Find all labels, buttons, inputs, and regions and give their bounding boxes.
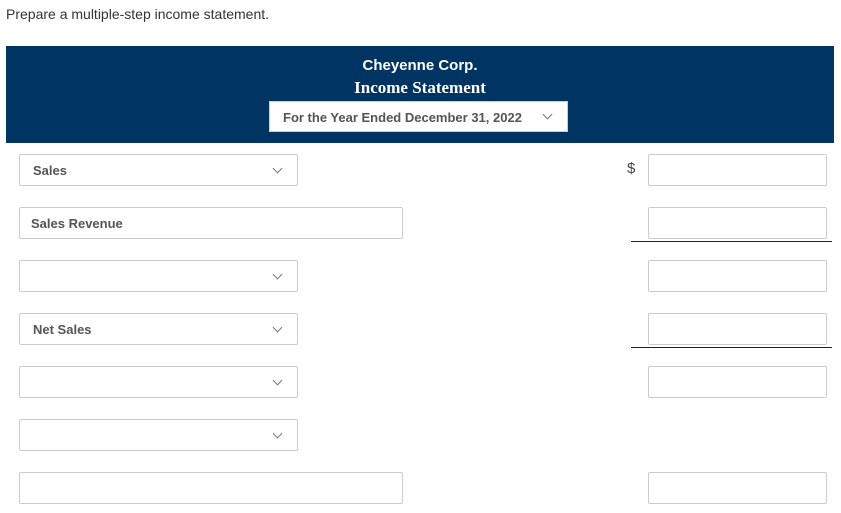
line-item-text-input-2[interactable]: Sales Revenue bbox=[19, 207, 403, 239]
line-item-dropdown-4[interactable]: Net Sales bbox=[19, 313, 298, 345]
subtotal-rule bbox=[631, 347, 832, 348]
line-item-dropdown-5[interactable] bbox=[19, 366, 298, 398]
period-value: For the Year Ended December 31, 2022 bbox=[283, 110, 522, 125]
line-item-value: Sales bbox=[33, 163, 67, 178]
statement-header: Cheyenne Corp. Income Statement For the … bbox=[6, 46, 834, 143]
chevron-down-icon bbox=[272, 428, 283, 439]
instruction-text: Prepare a multiple-step income statement… bbox=[6, 6, 270, 22]
amount-input-1[interactable] bbox=[648, 154, 827, 186]
dollar-sign: $ bbox=[627, 160, 636, 177]
amount-input-3[interactable] bbox=[648, 260, 827, 292]
line-item-dropdown-6[interactable] bbox=[19, 419, 298, 451]
amount-input-5[interactable] bbox=[648, 366, 827, 398]
chevron-down-icon bbox=[272, 322, 283, 333]
chevron-down-icon bbox=[272, 269, 283, 280]
chevron-down-icon bbox=[542, 109, 553, 120]
chevron-down-icon bbox=[272, 163, 283, 174]
chevron-down-icon bbox=[272, 375, 283, 386]
line-item-value: Net Sales bbox=[33, 322, 92, 337]
company-name: Cheyenne Corp. bbox=[362, 57, 478, 74]
line-item-text-input-7[interactable] bbox=[19, 472, 403, 504]
amount-input-4[interactable] bbox=[648, 313, 827, 345]
amount-input-2[interactable] bbox=[648, 207, 827, 239]
line-item-value: Sales Revenue bbox=[31, 216, 123, 231]
line-item-dropdown-1[interactable]: Sales bbox=[19, 154, 298, 186]
subtotal-rule bbox=[631, 241, 832, 242]
statement-title: Income Statement bbox=[354, 78, 486, 97]
amount-input-6[interactable] bbox=[648, 472, 827, 504]
period-dropdown[interactable]: For the Year Ended December 31, 2022 bbox=[269, 101, 568, 132]
line-item-dropdown-3[interactable] bbox=[19, 260, 298, 292]
